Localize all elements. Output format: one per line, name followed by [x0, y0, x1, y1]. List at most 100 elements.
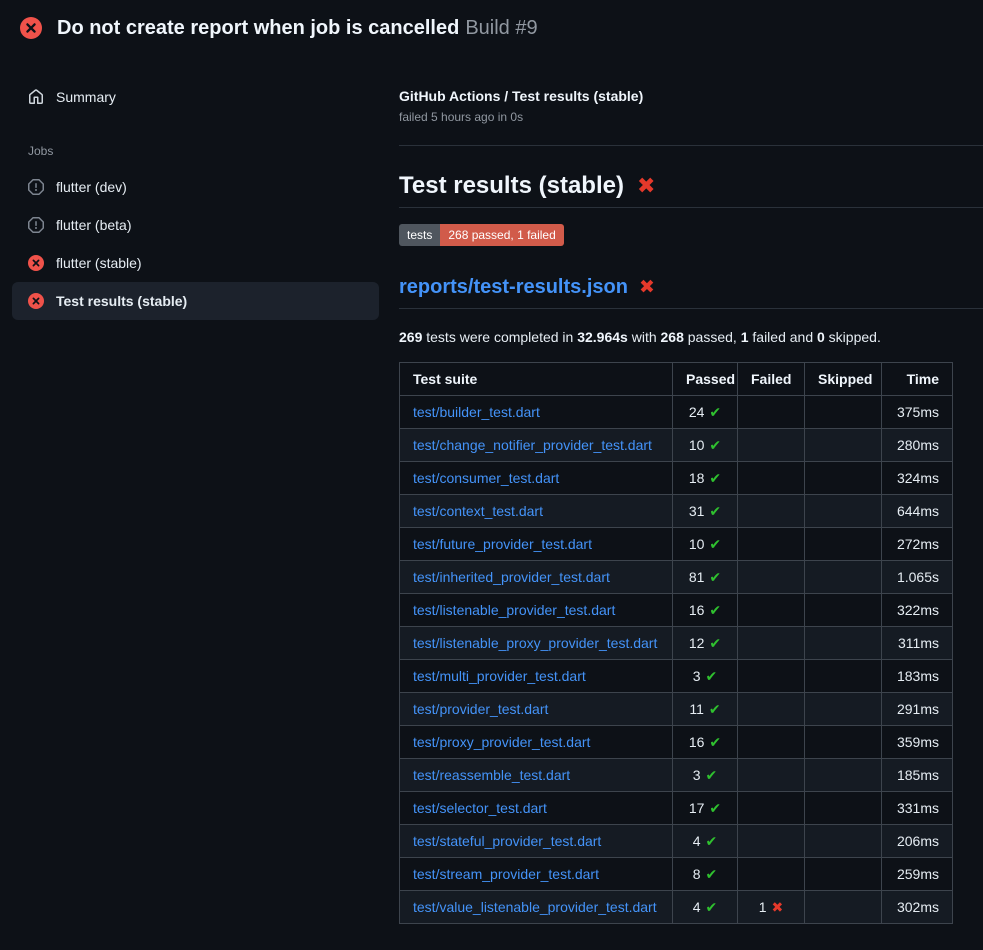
suite-link[interactable]: test/proxy_provider_test.dart: [413, 734, 590, 750]
cancelled-icon: [28, 217, 44, 233]
check-icon: ✔: [706, 668, 718, 684]
suite-link[interactable]: test/value_listenable_provider_test.dart: [413, 899, 657, 915]
count-value: 1: [759, 899, 767, 915]
badge-value: 268 passed, 1 failed: [440, 224, 563, 246]
passed-cell: 17✔: [673, 792, 738, 825]
home-icon: [28, 89, 44, 105]
time-cell: 280ms: [882, 429, 953, 462]
suite-link[interactable]: test/stream_provider_test.dart: [413, 866, 599, 882]
skipped-cell: [805, 891, 882, 924]
suite-cell: test/change_notifier_provider_test.dart: [400, 429, 673, 462]
sidebar-item-flutter-dev[interactable]: flutter (dev): [12, 168, 379, 206]
table-row: test/consumer_test.dart18✔324ms: [400, 462, 953, 495]
check-icon: ✔: [709, 635, 721, 651]
suite-cell: test/value_listenable_provider_test.dart: [400, 891, 673, 924]
suite-cell: test/multi_provider_test.dart: [400, 660, 673, 693]
suite-link[interactable]: test/reassemble_test.dart: [413, 767, 570, 783]
skipped-cell: [805, 627, 882, 660]
suite-cell: test/future_provider_test.dart: [400, 528, 673, 561]
check-icon: ✔: [709, 503, 721, 519]
suite-link[interactable]: test/change_notifier_provider_test.dart: [413, 437, 652, 453]
check-icon: ✔: [709, 569, 721, 585]
sidebar-item-test-results-stable[interactable]: Test results (stable): [12, 282, 379, 320]
failed-cell: [738, 594, 805, 627]
suite-link[interactable]: test/stateful_provider_test.dart: [413, 833, 601, 849]
suite-link[interactable]: test/selector_test.dart: [413, 800, 547, 816]
table-row: test/reassemble_test.dart3✔185ms: [400, 759, 953, 792]
table-row: test/stateful_provider_test.dart4✔206ms: [400, 825, 953, 858]
check-icon: ✔: [709, 404, 721, 420]
check-icon: ✔: [706, 899, 718, 915]
suite-link[interactable]: test/builder_test.dart: [413, 404, 540, 420]
summary-text: tests were completed in: [422, 329, 577, 345]
skipped-cell: [805, 462, 882, 495]
results-table-body: test/builder_test.dart24✔375mstest/chang…: [400, 396, 953, 924]
skipped-cell: [805, 594, 882, 627]
table-row: test/builder_test.dart24✔375ms: [400, 396, 953, 429]
breadcrumb: GitHub Actions / Test results (stable): [399, 88, 983, 105]
suite-cell: test/consumer_test.dart: [400, 462, 673, 495]
suite-link[interactable]: test/context_test.dart: [413, 503, 543, 519]
skipped-cell: [805, 726, 882, 759]
check-icon: ✔: [709, 470, 721, 486]
job-label: flutter (stable): [56, 255, 142, 271]
failed-cell: [738, 858, 805, 891]
suite-link[interactable]: test/listenable_proxy_provider_test.dart: [413, 635, 657, 651]
skipped-cell: [805, 528, 882, 561]
suite-link[interactable]: test/listenable_provider_test.dart: [413, 602, 615, 618]
check-icon: ✔: [709, 536, 721, 552]
column-header-test-suite: Test suite: [400, 363, 673, 396]
table-row: test/context_test.dart31✔644ms: [400, 495, 953, 528]
check-icon: ✔: [706, 866, 718, 882]
sidebar-item-summary[interactable]: Summary: [12, 78, 379, 116]
table-row: test/listenable_provider_test.dart16✔322…: [400, 594, 953, 627]
count-value: 17: [689, 800, 705, 816]
time-cell: 331ms: [882, 792, 953, 825]
tests-badge: tests 268 passed, 1 failed: [399, 224, 564, 246]
sidebar-item-flutter-stable[interactable]: flutter (stable): [12, 244, 379, 282]
summary-text: with: [628, 329, 661, 345]
main-content: GitHub Actions / Test results (stable) f…: [399, 54, 983, 924]
suite-cell: test/proxy_provider_test.dart: [400, 726, 673, 759]
skipped-cell: [805, 495, 882, 528]
summary-sentence: 269 tests were completed in 32.964s with…: [399, 328, 983, 346]
failed-cell: [738, 660, 805, 693]
check-icon: ✔: [709, 602, 721, 618]
sidebar-item-flutter-beta[interactable]: flutter (beta): [12, 206, 379, 244]
suite-cell: test/inherited_provider_test.dart: [400, 561, 673, 594]
skipped-cell: [805, 660, 882, 693]
x-icon: ✖: [772, 899, 784, 915]
passed-cell: 24✔: [673, 396, 738, 429]
suite-link[interactable]: test/multi_provider_test.dart: [413, 668, 586, 684]
table-row: test/listenable_proxy_provider_test.dart…: [400, 627, 953, 660]
count-value: 31: [689, 503, 705, 519]
suite-link[interactable]: test/future_provider_test.dart: [413, 536, 592, 552]
failed-cell: [738, 792, 805, 825]
suite-cell: test/listenable_proxy_provider_test.dart: [400, 627, 673, 660]
passed-cell: 8✔: [673, 858, 738, 891]
build-number: Build #9: [465, 17, 537, 39]
passed-cell: 11✔: [673, 693, 738, 726]
table-row: test/value_listenable_provider_test.dart…: [400, 891, 953, 924]
failed-cell: [738, 396, 805, 429]
report-link[interactable]: reports/test-results.json: [399, 276, 628, 298]
test-results-table: Test suite Passed Failed Skipped Time te…: [399, 362, 953, 924]
table-header-row: Test suite Passed Failed Skipped Time: [400, 363, 953, 396]
suite-link[interactable]: test/inherited_provider_test.dart: [413, 569, 610, 585]
passed-cell: 31✔: [673, 495, 738, 528]
suite-cell: test/builder_test.dart: [400, 396, 673, 429]
failed-x-icon: ✖: [637, 175, 655, 197]
suite-link[interactable]: test/consumer_test.dart: [413, 470, 559, 486]
suite-cell: test/stream_provider_test.dart: [400, 858, 673, 891]
table-row: test/stream_provider_test.dart8✔259ms: [400, 858, 953, 891]
table-row: test/provider_test.dart 11✔ 291ms: [400, 693, 953, 726]
table-row: test/multi_provider_test.dart3✔183ms: [400, 660, 953, 693]
skipped-cell: [805, 792, 882, 825]
time-cell: 291ms: [882, 693, 953, 726]
time-cell: 185ms: [882, 759, 953, 792]
summary-number: 1: [741, 329, 749, 345]
column-header-time: Time: [882, 363, 953, 396]
passed-cell: 12✔: [673, 627, 738, 660]
failed-cell: [738, 693, 805, 726]
suite-link[interactable]: test/provider_test.dart: [413, 701, 548, 717]
